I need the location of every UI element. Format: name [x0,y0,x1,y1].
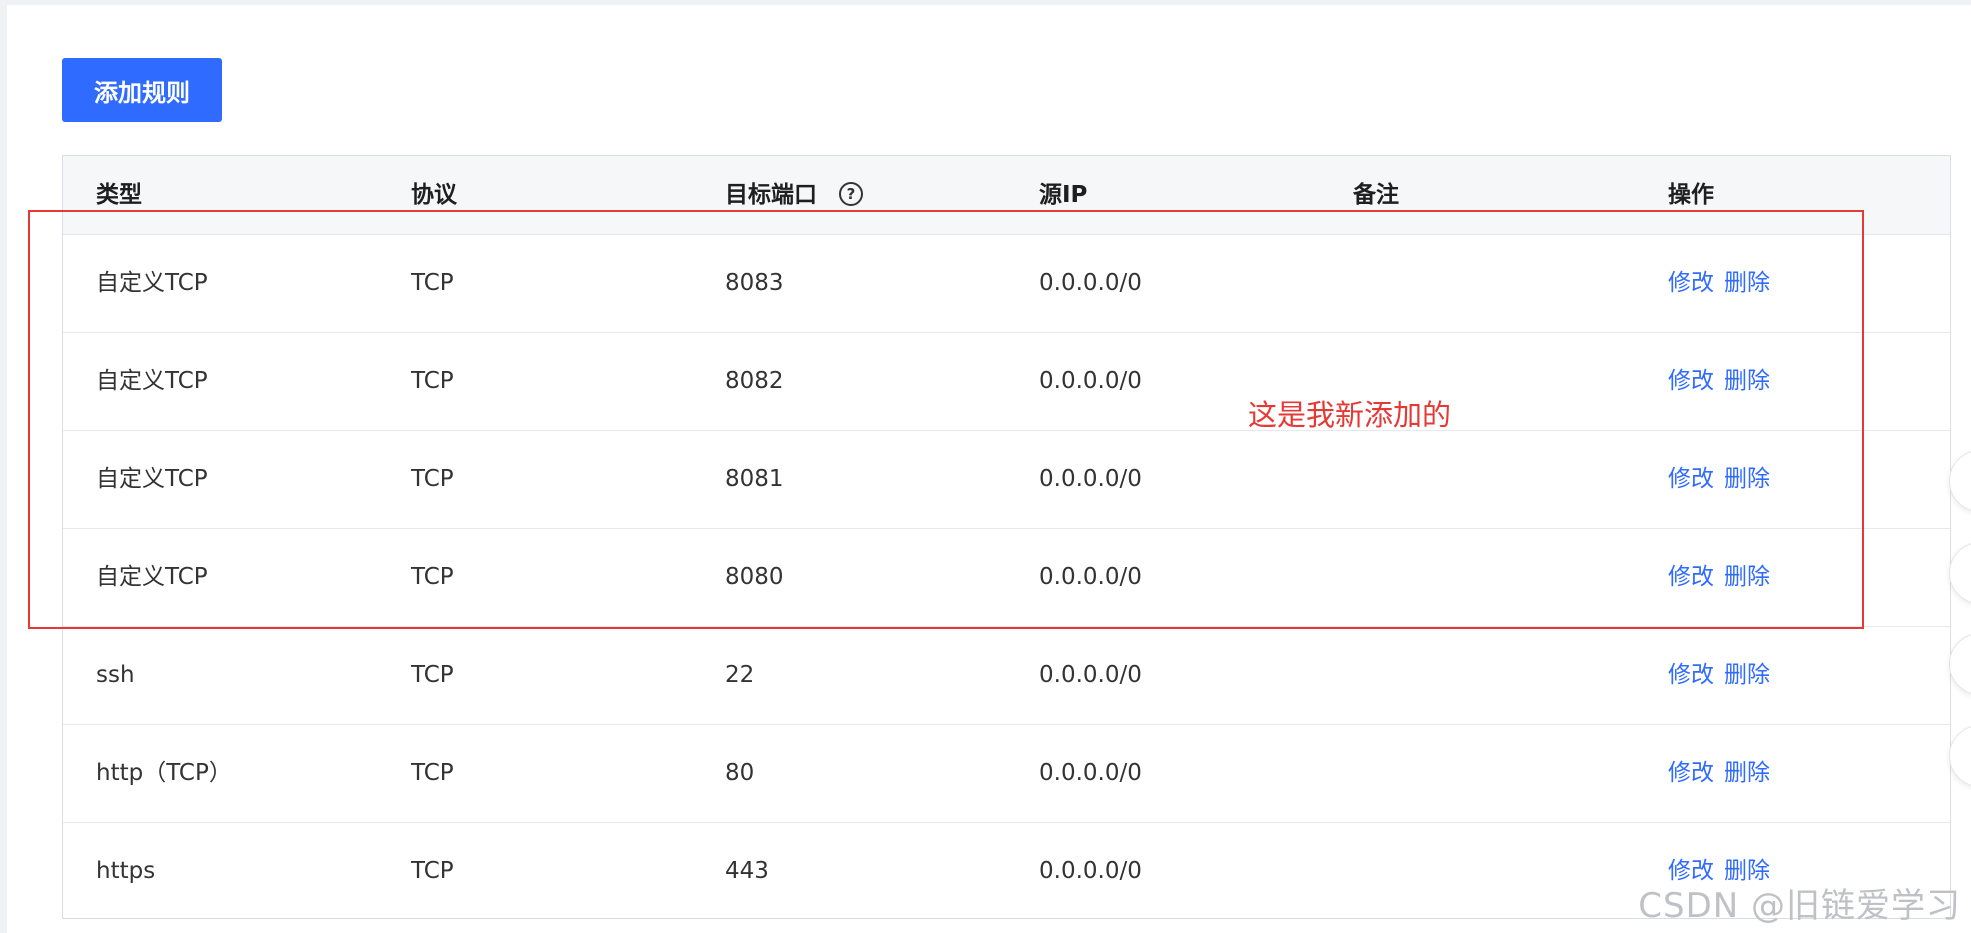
cell-protocol: TCP [411,760,454,786]
cell-source-ip: 0.0.0.0/0 [1039,564,1142,590]
cell-port: 443 [725,858,769,884]
cell-protocol: TCP [411,564,454,590]
table-row: http（TCP） TCP 80 0.0.0.0/0 修改 删除 [63,725,1950,823]
cell-protocol: TCP [411,368,454,394]
header-remark: 备注 [1353,182,1399,208]
floating-action-button[interactable] [1949,725,1971,787]
cell-port: 8082 [725,368,784,394]
security-group-panel: 添加规则 类型 协议 目标端口? 源IP 备注 操作 自定义TCP TCP 80… [7,5,1971,933]
edit-link[interactable]: 修改 [1668,760,1714,786]
header-source-ip: 源IP [1039,182,1088,208]
table-row: 自定义TCP TCP 8081 0.0.0.0/0 修改 删除 [63,431,1950,529]
cell-type: 自定义TCP [96,368,208,394]
table-row: 自定义TCP TCP 8083 0.0.0.0/0 修改 删除 [63,235,1950,333]
cell-port: 22 [725,662,755,688]
cell-port: 8080 [725,564,784,590]
edit-link[interactable]: 修改 [1668,662,1714,688]
delete-link[interactable]: 删除 [1724,564,1770,590]
cell-port: 8083 [725,270,784,296]
cell-source-ip: 0.0.0.0/0 [1039,760,1142,786]
cell-type: 自定义TCP [96,564,208,590]
floating-action-button[interactable] [1949,633,1971,695]
delete-link[interactable]: 删除 [1724,270,1770,296]
cell-source-ip: 0.0.0.0/0 [1039,858,1142,884]
delete-link[interactable]: 删除 [1724,662,1770,688]
header-target-port: 目标端口? [725,156,863,234]
edit-link[interactable]: 修改 [1668,564,1714,590]
cell-actions: 修改 删除 [1668,431,1780,528]
cell-actions: 修改 删除 [1668,235,1780,332]
csdn-watermark: CSDN @旧链爱学习 [1638,886,1961,926]
cell-protocol: TCP [411,466,454,492]
cell-type: http（TCP） [96,760,232,786]
edit-link[interactable]: 修改 [1668,270,1714,296]
header-actions: 操作 [1668,182,1714,208]
cell-source-ip: 0.0.0.0/0 [1039,662,1142,688]
help-circle-icon[interactable]: ? [839,181,863,206]
cell-source-ip: 0.0.0.0/0 [1039,270,1142,296]
cell-port: 80 [725,760,755,786]
header-protocol: 协议 [411,182,457,208]
delete-link[interactable]: 删除 [1724,368,1770,394]
annotation-text: 这是我新添加的 [1248,398,1452,432]
cell-type: https [96,858,156,884]
cell-actions: 修改 删除 [1668,333,1780,430]
cell-protocol: TCP [411,662,454,688]
header-target-port-label: 目标端口 [725,182,817,208]
cell-type: 自定义TCP [96,466,208,492]
rules-table: 类型 协议 目标端口? 源IP 备注 操作 自定义TCP TCP 8083 0.… [62,155,1951,919]
table-row: 自定义TCP TCP 8082 0.0.0.0/0 修改 删除 [63,333,1950,431]
edit-link[interactable]: 修改 [1668,466,1714,492]
table-row: 自定义TCP TCP 8080 0.0.0.0/0 修改 删除 [63,529,1950,627]
delete-link[interactable]: 删除 [1724,466,1770,492]
cell-actions: 修改 删除 [1668,627,1780,724]
add-rule-button[interactable]: 添加规则 [62,58,222,122]
cell-source-ip: 0.0.0.0/0 [1039,466,1142,492]
cell-type: ssh [96,662,135,688]
table-header: 类型 协议 目标端口? 源IP 备注 操作 [63,156,1950,235]
cell-actions: 修改 删除 [1668,529,1780,626]
cell-port: 8081 [725,466,784,492]
table-row: ssh TCP 22 0.0.0.0/0 修改 删除 [63,627,1950,725]
cell-protocol: TCP [411,858,454,884]
cell-actions: 修改 删除 [1668,725,1780,822]
floating-action-button[interactable] [1949,450,1971,512]
header-type: 类型 [96,182,142,208]
edit-link[interactable]: 修改 [1668,368,1714,394]
cell-protocol: TCP [411,270,454,296]
cell-type: 自定义TCP [96,270,208,296]
floating-action-button[interactable] [1949,542,1971,604]
delete-link[interactable]: 删除 [1724,760,1770,786]
cell-source-ip: 0.0.0.0/0 [1039,368,1142,394]
